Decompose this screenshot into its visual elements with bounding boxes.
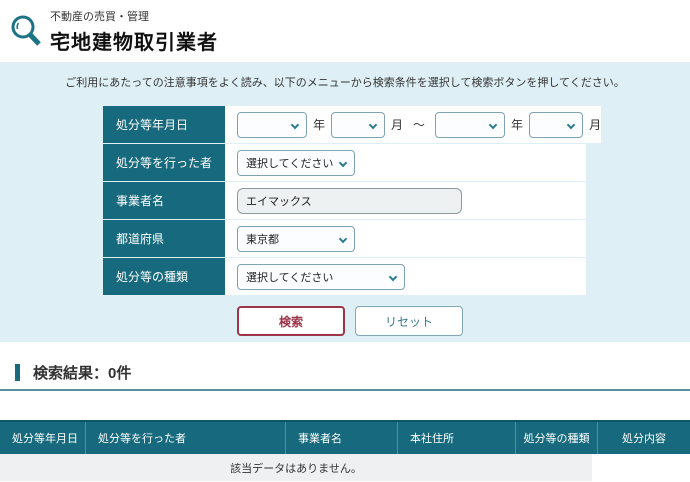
results-divider [0,389,690,391]
chevron-down-icon [488,120,498,129]
page-title: 宅地建物取引業者 [50,31,218,54]
page-header: 不動産の売買・管理 宅地建物取引業者 [0,0,690,62]
column-header-business-name: 事業者名 [285,422,397,454]
to-month-select[interactable] [529,111,584,138]
prefecture-label: 都道府県 [103,220,225,257]
search-panel: ご利用にあたっての注意事項をよく読み、以下のメニューから検索条件を選択して検索ボ… [0,62,690,342]
disposition-type-label: 処分等の種類 [103,258,225,295]
instruction-text: ご利用にあたっての注意事項をよく読み、以下のメニューから検索条件を選択して検索ボ… [65,77,625,89]
from-month-select[interactable] [331,111,386,138]
business-name-input[interactable] [237,187,462,214]
column-header-head-office: 本社住所 [397,422,515,454]
results-heading: 検索結果：0件 [15,362,690,383]
date-controls: 年 月 ～ 年 月 [225,106,602,143]
business-name-label: 事業者名 [103,182,225,219]
heading-accent-bar [15,364,20,381]
form-row-prefecture: 都道府県 東京都 [103,220,586,257]
authority-controls: 選択してください [225,144,586,181]
empty-data-row: 該当データはありません。 [0,454,592,481]
chevron-down-icon [338,234,348,243]
search-button[interactable]: 検索 [237,306,345,336]
disposition-type-select[interactable]: 選択してください [237,263,405,290]
form-row-business-name: 事業者名 [103,182,586,219]
search-form: 処分等年月日 年 月 ～ 年 月 処分等を行った者 選択してください 事業者名 … [103,106,602,295]
column-header-disposition-detail: 処分内容 [597,422,690,454]
chevron-down-icon [338,158,348,167]
year-unit-label: 年 [313,118,326,132]
form-row-authority: 処分等を行った者 選択してください [103,144,586,181]
button-row: 検索 リセット [237,306,690,336]
from-year-select[interactable] [237,111,307,138]
results-count-text: 検索結果：0件 [33,365,132,382]
chevron-down-icon [566,120,576,129]
chevron-down-icon [368,120,378,129]
results-table-header: 処分等年月日 処分等を行った者 事業者名 本社住所 処分等の種類 処分内容 [0,420,690,454]
authority-value: 選択してください [246,157,334,170]
chevron-down-icon [290,120,300,129]
disposition-type-value: 選択してください [246,271,334,284]
form-row-disposition-type: 処分等の種類 選択してください [103,258,586,295]
range-separator: ～ [413,118,426,132]
column-header-date: 処分等年月日 [12,433,78,445]
disposition-type-controls: 選択してください [225,258,586,295]
breadcrumb: 不動産の売買・管理 [50,10,149,23]
prefecture-select[interactable]: 東京都 [237,225,355,252]
search-logo-icon [8,13,44,51]
prefecture-controls: 東京都 [225,220,586,257]
business-name-controls [225,182,586,219]
results-table: 処分等年月日 処分等を行った者 事業者名 本社住所 処分等の種類 処分内容 該当… [0,420,690,481]
prefecture-value: 東京都 [246,233,279,246]
authority-label: 処分等を行った者 [103,144,225,181]
chevron-down-icon [388,272,398,281]
column-header-disposition-type: 処分等の種類 [515,422,597,454]
form-row-date: 処分等年月日 年 月 ～ 年 月 [103,106,602,143]
column-header-authority: 処分等を行った者 [85,422,285,454]
month-unit-label: 月 [589,118,602,132]
month-unit-label: 月 [391,118,404,132]
to-year-select[interactable] [435,111,506,138]
year-unit-label: 年 [511,118,524,132]
reset-button[interactable]: リセット [355,306,463,336]
empty-data-message: 該当データはありません。 [230,462,362,475]
authority-select[interactable]: 選択してください [237,149,355,176]
date-label: 処分等年月日 [103,106,225,143]
